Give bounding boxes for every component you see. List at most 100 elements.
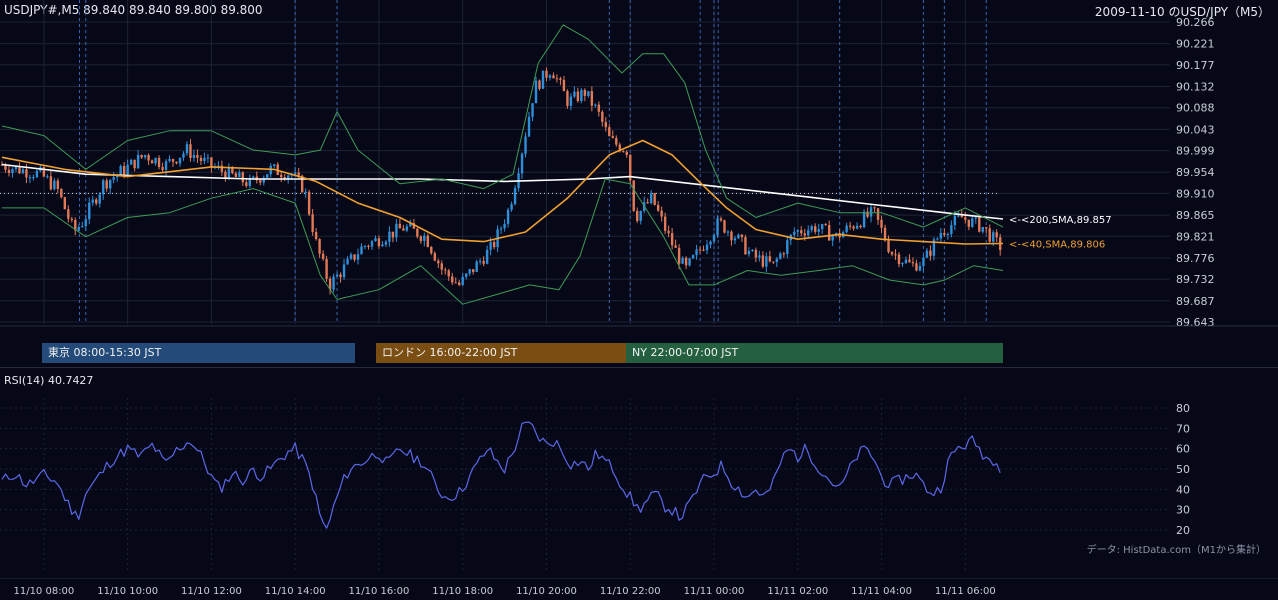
candle-body (918, 265, 922, 271)
candle-body (908, 259, 911, 263)
candle-body (880, 219, 883, 228)
candle (608, 123, 611, 137)
candle (360, 243, 363, 255)
candle (761, 251, 765, 269)
candle-body (887, 240, 890, 253)
candle-body (894, 254, 897, 256)
candle-body (601, 111, 604, 122)
candle-body (391, 231, 395, 238)
candle (227, 163, 231, 180)
candle (660, 206, 663, 222)
candle-body (922, 257, 925, 266)
candle-body (168, 158, 171, 162)
candle (143, 154, 147, 160)
candle-body (297, 172, 300, 176)
price-tick-label: 89.954 (1176, 166, 1215, 179)
candle (199, 155, 203, 165)
candle (639, 210, 642, 225)
candle (632, 180, 635, 212)
price-tick-label: 90.177 (1176, 59, 1215, 72)
candle-body (206, 157, 210, 159)
candle-body (349, 254, 353, 259)
candle (531, 103, 534, 122)
candle (845, 222, 848, 234)
candle-body (147, 155, 150, 161)
candle (203, 152, 206, 165)
candle-body (615, 137, 618, 145)
sma-label: <-<40,SMA,89.806 (1009, 240, 1105, 251)
candle (646, 198, 649, 204)
candle-body (807, 230, 810, 236)
candle (485, 245, 489, 265)
candle-body (646, 202, 649, 204)
candle-body (915, 263, 918, 271)
candle-body (471, 269, 475, 272)
candle-body (541, 70, 545, 89)
candle-body (171, 158, 175, 162)
candle (890, 251, 894, 257)
candle-body (325, 258, 328, 279)
candle-body (32, 177, 35, 179)
rsi-tick-label: 20 (1176, 524, 1190, 537)
candle (821, 223, 824, 234)
candle-body (709, 241, 712, 245)
candle-body (506, 209, 510, 224)
price-tick-label: 90.221 (1176, 38, 1215, 51)
hour-tick-label: 14 (288, 328, 302, 330)
candle-body (660, 210, 663, 217)
candle (887, 235, 890, 254)
time-axis-label: 11/10 14:00 (265, 586, 326, 597)
candle-body (876, 208, 880, 220)
candle (105, 178, 108, 192)
candle (814, 223, 817, 235)
candle-body (293, 172, 297, 175)
candle (461, 272, 464, 287)
candle-body (747, 250, 751, 255)
candle-body (199, 157, 203, 161)
candle (189, 139, 192, 162)
candle-body (653, 193, 656, 205)
candle-body (981, 226, 984, 232)
candle-body (4, 165, 7, 170)
candle-body (817, 229, 820, 232)
candle-body (363, 245, 367, 247)
candle (995, 229, 998, 243)
candle-body (576, 91, 580, 102)
candle-body (25, 169, 28, 178)
candle (985, 226, 988, 234)
candle-body (964, 217, 967, 220)
candle-body (381, 244, 384, 247)
candle-body (126, 164, 129, 175)
candle (740, 234, 744, 242)
candle-body (527, 116, 531, 137)
candle-body (855, 225, 859, 229)
candle-body (859, 225, 862, 228)
price-tick-label: 89.643 (1176, 316, 1215, 329)
candle-body (461, 276, 464, 285)
candle-body (590, 91, 594, 106)
time-axis-label: 11/11 06:00 (935, 586, 996, 597)
candle-body (53, 180, 56, 190)
candle-body (538, 80, 541, 89)
candle (388, 226, 391, 247)
candle (733, 235, 737, 245)
candle-body (112, 177, 115, 180)
hour-tick-label: 10 (121, 328, 135, 330)
candle-body (182, 153, 185, 158)
candle-body (744, 237, 747, 255)
candle-body (992, 232, 995, 242)
candle-body (765, 256, 768, 267)
candle-body (594, 104, 597, 106)
hour-tick-label: 8 (40, 328, 47, 330)
candle (391, 231, 395, 243)
candle-body (939, 233, 943, 239)
candle (559, 76, 562, 86)
candle-body (862, 211, 866, 228)
candle-body (995, 232, 998, 238)
candle-body (122, 166, 126, 175)
candle-body (890, 252, 894, 255)
candle-body (761, 255, 765, 267)
candle (772, 261, 775, 264)
candle (154, 157, 157, 166)
candle (978, 215, 981, 233)
